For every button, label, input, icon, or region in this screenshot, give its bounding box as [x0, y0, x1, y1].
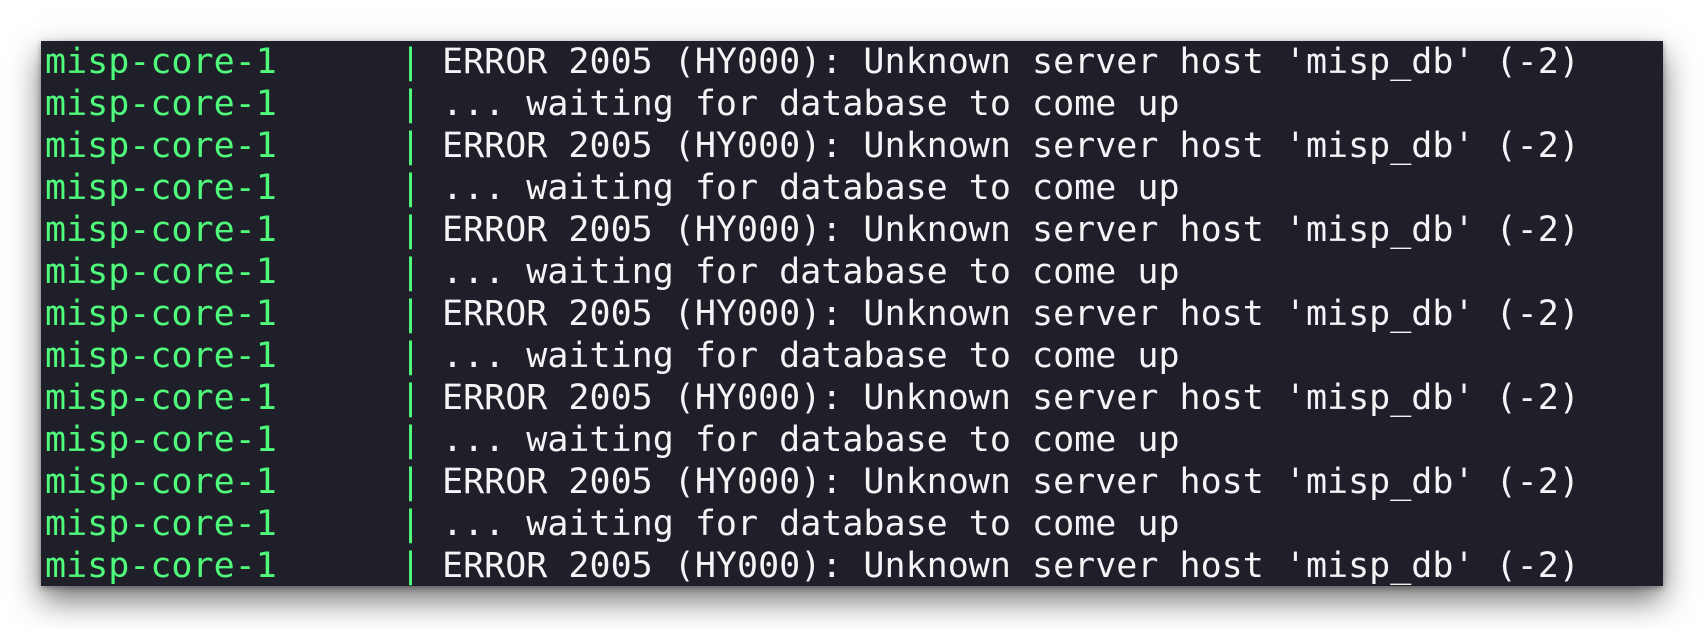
log-separator: | — [400, 126, 422, 166]
log-message: ... waiting for database to come up — [442, 168, 1180, 208]
log-separator: | — [400, 84, 422, 124]
service-name: misp-core-1 — [45, 42, 277, 82]
log-message: ... waiting for database to come up — [442, 252, 1180, 292]
log-message: ERROR 2005 (HY000): Unknown server host … — [442, 210, 1580, 250]
log-line: misp-core-1 | ... waiting for database to … — [41, 251, 1663, 293]
log-message: ERROR 2005 (HY000): Unknown server host … — [442, 294, 1580, 334]
log-separator: | — [400, 504, 422, 544]
service-name: misp-core-1 — [45, 546, 277, 586]
log-line: misp-core-1 | ERROR 2005 (HY000): Unknown … — [41, 209, 1663, 251]
log-separator: | — [400, 294, 422, 334]
log-line: misp-core-1 | ERROR 2005 (HY000): Unknown … — [41, 41, 1663, 83]
log-message: ... waiting for database to come up — [442, 504, 1180, 544]
log-message: ERROR 2005 (HY000): Unknown server host … — [442, 546, 1580, 586]
service-name: misp-core-1 — [45, 84, 277, 124]
service-name: misp-core-1 — [45, 294, 277, 334]
log-line: misp-core-1 | ... waiting for database to … — [41, 503, 1663, 545]
log-separator: | — [400, 546, 422, 586]
log-message: ERROR 2005 (HY000): Unknown server host … — [442, 126, 1580, 166]
log-line: misp-core-1 | ... waiting for database to … — [41, 167, 1663, 209]
log-message: ERROR 2005 (HY000): Unknown server host … — [442, 42, 1580, 82]
log-separator: | — [400, 168, 422, 208]
log-message: ERROR 2005 (HY000): Unknown server host … — [442, 462, 1580, 502]
log-separator: | — [400, 252, 422, 292]
log-message: ... waiting for database to come up — [442, 84, 1180, 124]
log-separator: | — [400, 420, 422, 460]
log-separator: | — [400, 210, 422, 250]
log-separator: | — [400, 462, 422, 502]
log-separator: | — [400, 336, 422, 376]
service-name: misp-core-1 — [45, 168, 277, 208]
service-name: misp-core-1 — [45, 420, 277, 460]
log-line: misp-core-1 | ... waiting for database to … — [41, 335, 1663, 377]
log-line: misp-core-1 | ... waiting for database to … — [41, 419, 1663, 461]
log-output: misp-core-1 | ERROR 2005 (HY000): Unknown … — [41, 41, 1663, 586]
log-line: misp-core-1 | ERROR 2005 (HY000): Unknown … — [41, 377, 1663, 419]
log-line: misp-core-1 | ERROR 2005 (HY000): Unknown … — [41, 545, 1663, 586]
log-line: misp-core-1 | ... waiting for database to … — [41, 83, 1663, 125]
log-message: ERROR 2005 (HY000): Unknown server host … — [442, 378, 1580, 418]
log-line: misp-core-1 | ERROR 2005 (HY000): Unknown … — [41, 293, 1663, 335]
service-name: misp-core-1 — [45, 126, 277, 166]
log-message: ... waiting for database to come up — [442, 336, 1180, 376]
service-name: misp-core-1 — [45, 462, 277, 502]
service-name: misp-core-1 — [45, 378, 277, 418]
log-line: misp-core-1 | ERROR 2005 (HY000): Unknown … — [41, 125, 1663, 167]
service-name: misp-core-1 — [45, 252, 277, 292]
log-line: misp-core-1 | ERROR 2005 (HY000): Unknown … — [41, 461, 1663, 503]
terminal-window[interactable]: misp-core-1 | ERROR 2005 (HY000): Unknown … — [41, 41, 1663, 586]
service-name: misp-core-1 — [45, 504, 277, 544]
log-message: ... waiting for database to come up — [442, 420, 1180, 460]
service-name: misp-core-1 — [45, 210, 277, 250]
log-separator: | — [400, 42, 422, 82]
service-name: misp-core-1 — [45, 336, 277, 376]
log-separator: | — [400, 378, 422, 418]
